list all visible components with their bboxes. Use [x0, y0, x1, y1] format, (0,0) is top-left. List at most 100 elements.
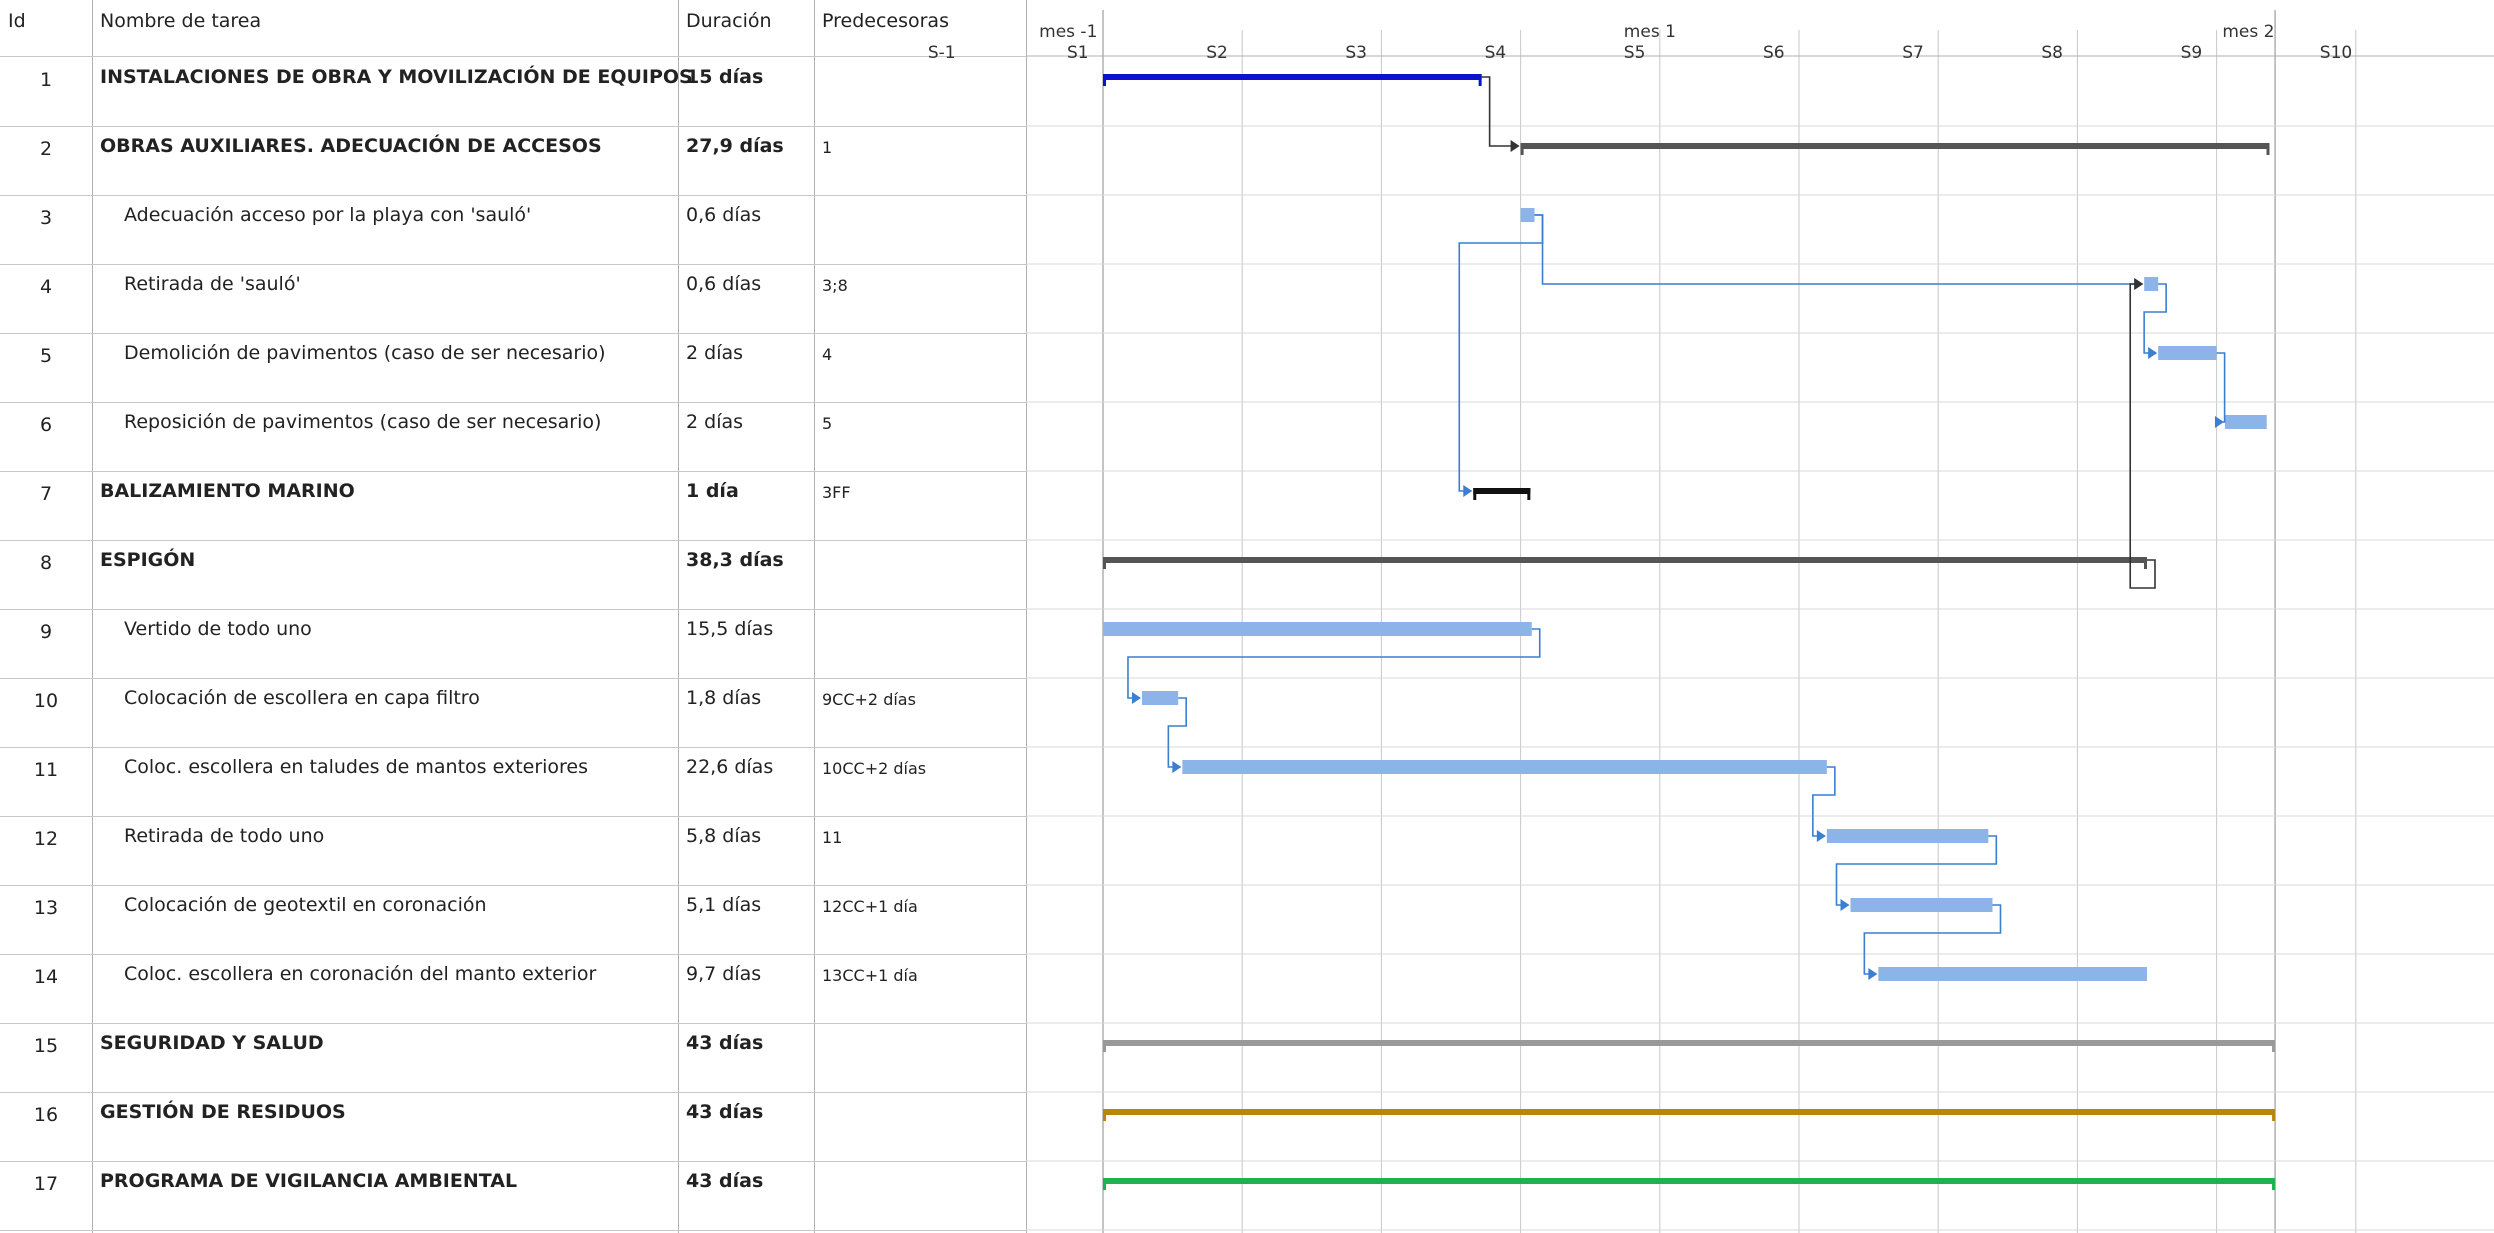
task-duration: 5,8 días [686, 825, 762, 847]
task-id: 17 [33, 1173, 59, 1195]
table-row[interactable]: 1 INSTALACIONES DE OBRA Y MOVILIZACIÓN DE… [0, 58, 1026, 127]
header-divider [0, 56, 1026, 57]
task-duration: 2 días [686, 411, 744, 433]
dependency-link [1835, 835, 1998, 906]
gantt-svg [1026, 10, 2494, 1233]
task-bar [1182, 760, 1827, 774]
task-predecessors: 3;8 [822, 276, 848, 295]
table-row[interactable]: 11 Coloc. escollera en taludes de mantos … [0, 748, 1026, 817]
task-id: 3 [39, 207, 53, 229]
task-id: 14 [33, 966, 59, 988]
column-header-predecessors[interactable]: Predecesoras [814, 0, 1026, 58]
summary-bar-start [1473, 488, 1477, 500]
table-row[interactable]: 12 Retirada de todo uno 5,8 días 11 [0, 817, 1026, 886]
task-duration: 1,8 días [686, 687, 762, 709]
task-duration: 2 días [686, 342, 744, 364]
task-name: Retirada de 'sauló' [124, 273, 301, 295]
task-name: Coloc. escollera en coronación del manto… [124, 963, 597, 985]
table-row[interactable]: 16 GESTIÓN DE RESIDUOS 43 días [0, 1093, 1026, 1162]
week-label: S9 [2180, 43, 2203, 63]
table-row[interactable]: 5 Demolición de pavimentos (caso de ser n… [0, 334, 1026, 403]
row-divider [0, 747, 1026, 748]
summary-bar [1520, 143, 2270, 149]
task-predecessors: 5 [822, 414, 833, 433]
week-label: S5 [1623, 43, 1646, 63]
table-row[interactable]: 2 OBRAS AUXILIARES. ADECUACIÓN DE ACCESOS… [0, 127, 1026, 196]
table-row[interactable]: 13 Colocación de geotextil en coronación 5… [0, 886, 1026, 955]
summary-bar-end [2272, 1040, 2276, 1052]
table-row[interactable]: 8 ESPIGÓN 38,3 días [0, 541, 1026, 610]
table-row[interactable]: 4 Retirada de 'sauló' 0,6 días 3;8 [0, 265, 1026, 334]
task-bar [1826, 829, 1989, 843]
week-label: S-1 [927, 43, 956, 63]
dependency-link [1127, 628, 1541, 699]
summary-bar [1103, 74, 1482, 80]
task-id: 9 [39, 621, 53, 643]
task-predecessors: 3FF [822, 483, 851, 502]
row-divider [0, 471, 1026, 472]
dependency-arrow [1172, 761, 1182, 773]
table-row[interactable]: 15 SEGURIDAD Y SALUD 43 días [0, 1024, 1026, 1093]
row-divider [0, 540, 1026, 541]
column-header-duration[interactable]: Duración [678, 0, 814, 58]
summary-bar [1103, 1040, 2276, 1046]
week-label: S7 [1902, 43, 1924, 63]
table-row[interactable]: 7 BALIZAMIENTO MARINO 1 día 3FF [0, 472, 1026, 541]
dependency-arrow [1840, 899, 1850, 911]
task-duration: 5,1 días [686, 894, 762, 916]
table-row[interactable]: 10 Colocación de escollera en capa filtro… [0, 679, 1026, 748]
summary-bar-end [1478, 74, 1482, 86]
row-divider [0, 678, 1026, 679]
table-row[interactable]: 14 Coloc. escollera en coronación del man… [0, 955, 1026, 1024]
table-row[interactable]: 17 PROGRAMA DE VIGILANCIA AMBIENTAL 43 día… [0, 1162, 1026, 1231]
task-predecessors: 4 [822, 345, 833, 364]
table-column-divider [814, 0, 815, 1233]
table-row[interactable]: 3 Adecuación acceso por la playa con 'sau… [0, 196, 1026, 265]
summary-bar-end [2272, 1178, 2276, 1190]
task-duration: 1 día [686, 480, 739, 502]
task-duration: 9,7 días [686, 963, 762, 985]
task-bar [2158, 346, 2217, 360]
task-duration: 43 días [686, 1101, 764, 1123]
row-divider [0, 1092, 1026, 1093]
week-label: S8 [2041, 43, 2063, 63]
task-bar [1520, 208, 1535, 222]
table-row[interactable]: 6 Reposición de pavimentos (caso de ser n… [0, 403, 1026, 472]
dependency-arrow [1816, 830, 1826, 842]
task-name: PROGRAMA DE VIGILANCIA AMBIENTAL [100, 1170, 518, 1192]
task-name: Colocación de escollera en capa filtro [124, 687, 480, 709]
row-divider [0, 1023, 1026, 1024]
column-header-name[interactable]: Nombre de tarea [92, 0, 686, 58]
task-name: OBRAS AUXILIARES. ADECUACIÓN DE ACCESOS [100, 135, 602, 157]
dependency-arrow [2148, 347, 2158, 359]
month-label: mes -1 [1039, 22, 1098, 42]
row-divider [0, 885, 1026, 886]
task-name: Vertido de todo uno [124, 618, 312, 640]
column-header-id[interactable]: Id [0, 0, 92, 58]
table-column-divider [92, 0, 93, 1233]
task-predecessors: 12CC+1 día [822, 897, 918, 916]
row-divider [0, 402, 1026, 403]
task-duration: 15,5 días [686, 618, 774, 640]
task-bar [2144, 277, 2159, 291]
row-divider [0, 195, 1026, 196]
week-label: S3 [1345, 43, 1367, 63]
task-duration: 22,6 días [686, 756, 774, 778]
summary-bar-start [1520, 143, 1524, 155]
dependency-link [1534, 214, 2143, 285]
summary-bar-start [1103, 1109, 1106, 1121]
task-predecessors: 11 [822, 828, 843, 847]
table-row[interactable]: 9 Vertido de todo uno 15,5 días [0, 610, 1026, 679]
summary-bar [1103, 1178, 2276, 1184]
summary-bar-end [2144, 557, 2147, 569]
task-duration: 0,6 días [686, 204, 762, 226]
dependency-arrow [2134, 278, 2144, 290]
task-table: Id Nombre de tarea Duración Predecesoras… [0, 0, 1027, 1233]
task-bar [1850, 898, 1993, 912]
gantt-chart: mes -1 mes 1 mes 2 S-1 S1 S2 S3 S4 S5 S6 S7 S8 S9 S10 [928, 0, 2494, 1233]
task-name: Adecuación acceso por la playa con 'saul… [124, 204, 532, 226]
task-bar [1103, 622, 1532, 636]
task-name: Retirada de todo uno [124, 825, 325, 847]
task-name: ESPIGÓN [100, 549, 196, 571]
summary-bar-end [2266, 143, 2270, 155]
